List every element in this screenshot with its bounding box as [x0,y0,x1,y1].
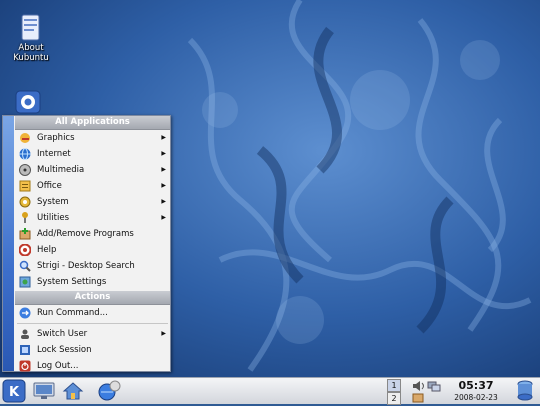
k-menu-sidebar [3,116,14,371]
menu-item-label: Utilities [37,213,69,223]
pager-desktop-2[interactable]: 2 [387,392,401,405]
show-desktop-button[interactable] [33,381,55,401]
about-kubuntu-desktop-icon[interactable]: About Kubuntu [6,14,56,63]
home-folder-icon [62,382,84,400]
menu-item-add-remove-programs[interactable]: Add/Remove Programs [15,226,170,242]
k-menu: All Applications Graphics ▶ Internet ▶ M… [2,115,171,372]
logout-icon [19,360,31,372]
menu-item-utilities[interactable]: Utilities ▶ [15,210,170,226]
menu-item-system[interactable]: System ▶ [15,194,170,210]
file-manager-launcher[interactable] [62,381,84,401]
desktop-icon [33,382,55,399]
graphics-icon [19,132,31,144]
network-icon [427,381,441,392]
menu-item-help[interactable]: Help [15,242,170,258]
submenu-arrow-icon: ▶ [161,214,166,221]
menu-item-graphics[interactable]: Graphics ▶ [15,130,170,146]
network-tray-icon[interactable] [427,380,441,392]
submenu-arrow-icon: ▶ [161,330,166,337]
menu-item-label: System Settings [37,277,107,287]
menu-item-label: Internet [37,149,71,159]
multimedia-icon [19,164,31,176]
settings-icon [19,276,31,288]
kmenu-logo-icon [13,88,43,116]
system-icon [19,196,31,208]
browser-launcher[interactable] [96,380,122,402]
globe-icon [19,148,31,160]
speaker-icon [413,381,424,391]
menu-item-label: Lock Session [37,345,92,355]
about-kubuntu-label-2: Kubuntu [13,53,49,63]
clock-time: 05:37 [458,379,494,392]
menu-item-label: Office [37,181,62,191]
submenu-arrow-icon: ▶ [161,182,166,189]
search-icon [19,260,31,272]
menu-separator [17,323,168,324]
clock[interactable]: 05:37 2008-02-23 [450,378,502,404]
menu-item-label: Switch User [37,329,88,339]
menu-item-label: Graphics [37,133,75,143]
menu-item-label: Add/Remove Programs [37,229,134,239]
document-icon [20,14,42,42]
submenu-arrow-icon: ▶ [161,198,166,205]
k-menu-button[interactable]: K [2,379,26,403]
storage-media-tray-icon[interactable] [515,380,535,402]
submenu-arrow-icon: ▶ [161,166,166,173]
desktop-pager: 1 2 [387,379,401,405]
actions-header: Actions [15,291,170,305]
office-icon [19,180,31,192]
clock-date: 2008-02-23 [454,393,498,402]
storage-icon [517,380,533,401]
submenu-arrow-icon: ▶ [161,134,166,141]
update-notifier-tray-icon[interactable] [412,393,424,403]
menu-item-switch-user[interactable]: Switch User ▶ [15,326,170,342]
kmenu-desktop-icon[interactable] [8,88,48,117]
menu-item-label: Help [37,245,57,255]
konqueror-icon [98,380,121,401]
kde-logo-icon: K [2,379,26,403]
volume-tray-icon[interactable] [412,380,426,392]
menu-item-system-settings[interactable]: System Settings [15,274,170,290]
menu-item-office[interactable]: Office ▶ [15,178,170,194]
run-icon [19,307,31,319]
menu-item-multimedia[interactable]: Multimedia ▶ [15,162,170,178]
menu-item-run-command[interactable]: Run Command... [15,305,170,321]
menu-item-log-out[interactable]: Log Out... [15,358,170,374]
help-icon [18,243,32,257]
pager-desktop-1[interactable]: 1 [387,379,401,392]
switch-user-icon [19,328,31,340]
package-icon [412,393,424,403]
menu-item-label: Run Command... [37,308,108,318]
menu-item-label: Multimedia [37,165,85,175]
menu-item-label: Strigi - Desktop Search [37,261,135,271]
menu-item-strigi-desktop-search[interactable]: Strigi - Desktop Search [15,258,170,274]
all-applications-header: All Applications [15,116,170,130]
submenu-arrow-icon: ▶ [161,150,166,157]
svg-text:K: K [9,385,20,400]
menu-item-label: Log Out... [37,361,79,371]
menu-item-lock-session[interactable]: Lock Session [15,342,170,358]
lock-icon [19,344,31,356]
add-remove-icon [19,228,31,240]
taskbar: K 1 2 05:37 2008-02-23 [0,377,540,405]
about-kubuntu-label-1: About [18,43,44,53]
menu-item-internet[interactable]: Internet ▶ [15,146,170,162]
menu-item-label: System [37,197,69,207]
utilities-icon [19,212,31,224]
